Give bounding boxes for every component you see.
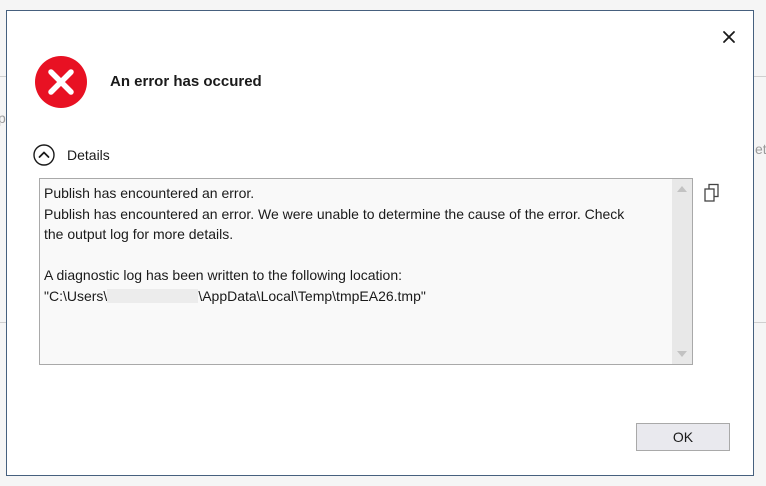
details-line: Publish has encountered an error. — [44, 185, 255, 201]
details-toggle[interactable]: Details — [33, 142, 110, 168]
copy-button[interactable] — [703, 183, 721, 203]
details-line: Publish has encountered an error. We wer… — [44, 205, 625, 222]
background-text-left: p — [0, 110, 6, 126]
details-textbox[interactable]: Publish has encountered an error. Publis… — [39, 178, 693, 365]
details-text: Publish has encountered an error. Publis… — [44, 183, 664, 306]
redacted-username — [107, 288, 199, 303]
details-line: A diagnostic log has been written to the… — [44, 267, 403, 283]
background-divider — [754, 322, 766, 323]
error-dialog: An error has occured Details Publish has… — [6, 10, 754, 476]
vertical-scrollbar[interactable] — [672, 179, 692, 364]
dialog-title: An error has occured — [110, 73, 262, 90]
close-button[interactable] — [719, 27, 739, 47]
details-label: Details — [67, 147, 110, 163]
details-path-prefix: "C:\Users\ — [44, 287, 108, 304]
background-text-right: ett — [755, 141, 766, 157]
ok-button[interactable]: OK — [636, 423, 730, 451]
chevron-up-circle-icon — [33, 144, 55, 166]
scroll-up-arrow-icon[interactable] — [677, 185, 687, 193]
close-icon — [723, 31, 735, 43]
error-circle-icon — [34, 55, 88, 109]
background-divider — [754, 76, 766, 77]
details-path-suffix: \AppData\Local\Temp\tmpEA26.tmp" — [198, 287, 426, 304]
details-line: the output log for more details. — [44, 226, 234, 242]
scroll-down-arrow-icon[interactable] — [677, 350, 687, 358]
copy-icon — [704, 183, 719, 202]
